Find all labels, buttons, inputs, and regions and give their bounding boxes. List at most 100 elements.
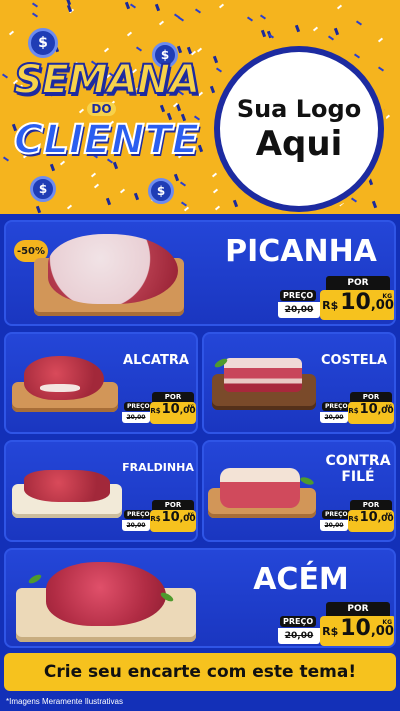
- confetti-piece: [180, 201, 188, 207]
- product-name: COSTELA: [320, 353, 388, 368]
- title-line-2: CLIENTE: [13, 117, 200, 163]
- alcatra-image: [10, 348, 122, 418]
- confetti-piece: [158, 20, 165, 26]
- preco-label: PREÇO: [280, 616, 317, 627]
- confetti-piece: [215, 67, 223, 73]
- confetti-piece: [211, 172, 218, 178]
- por-label: POR: [350, 500, 392, 510]
- current-price: R$ 10,00 KG: [320, 616, 394, 646]
- preco-label: PREÇO: [322, 510, 351, 519]
- confetti-piece: [214, 205, 221, 211]
- logo-text-line-2: Aqui: [255, 124, 343, 164]
- confetti-piece: [327, 35, 335, 41]
- product-name-line-1: CONTRA: [325, 453, 391, 469]
- confetti-piece: [194, 8, 202, 14]
- old-price: 20,00: [122, 520, 150, 531]
- confetti-piece: [312, 26, 319, 32]
- acem-image: [12, 554, 202, 646]
- title-connector: DO: [87, 102, 116, 116]
- disclaimer-footnote: *Imagens Meramente Ilustrativas: [6, 697, 123, 706]
- confetti-piece: [336, 4, 343, 10]
- por-label: POR: [326, 276, 390, 290]
- confetti-piece: [218, 3, 225, 9]
- product-name: FRALDINHA: [122, 461, 194, 474]
- confetti-piece: [135, 46, 143, 52]
- logo-placeholder[interactable]: Sua Logo Aqui: [214, 46, 384, 212]
- por-label: POR: [152, 500, 194, 510]
- confetti-piece: [154, 3, 161, 12]
- current-price: R$ 10,00 KG: [348, 402, 394, 424]
- confetti-piece: [209, 85, 216, 94]
- old-price: 20,00: [122, 412, 150, 423]
- confetti-piece: [103, 47, 110, 53]
- banner-text: Crie seu encarte com este tema!: [43, 662, 357, 682]
- current-price: R$ 10,00 KG: [150, 510, 196, 532]
- coin-icon: $: [28, 28, 58, 58]
- coin-icon: $: [148, 178, 174, 204]
- confetti-piece: [2, 156, 10, 162]
- confetti-piece: [294, 24, 301, 33]
- product-card-fraldinha[interactable]: FRALDINHA POR PREÇO 20,00 R$ 10,00 KG: [4, 440, 198, 542]
- confetti-piece: [196, 47, 203, 53]
- por-label: POR: [326, 602, 390, 616]
- confetti-piece: [212, 55, 219, 64]
- confetti-piece: [129, 3, 137, 9]
- picanha-image: [30, 230, 190, 324]
- confetti-piece: [377, 66, 385, 72]
- costela-image: [208, 348, 320, 418]
- preco-label: PREÇO: [124, 402, 153, 411]
- confetti-piece: [384, 114, 391, 120]
- product-card-costela[interactable]: COSTELA POR PREÇO 20,00 R$ 10,00 KG: [202, 332, 396, 434]
- product-card-contra-file[interactable]: CONTRA FILÉ POR PREÇO 20,00 R$ 10,00 KG: [202, 440, 396, 542]
- old-price: 20,00: [278, 628, 320, 644]
- confetti-piece: [31, 2, 39, 8]
- confetti-piece: [66, 204, 73, 210]
- confetti-piece: [371, 200, 378, 209]
- confetti-piece: [377, 37, 384, 43]
- old-price: 20,00: [320, 520, 348, 531]
- confetti-piece: [119, 188, 126, 194]
- product-name: ACÉM: [253, 562, 349, 597]
- product-card-picanha[interactable]: -50% PICANHA POR PREÇO 20,00 R$ 10,00 KG: [4, 220, 396, 326]
- current-price: R$ 10,00 KG: [320, 290, 394, 320]
- confetti-piece: [105, 197, 112, 206]
- confetti-piece: [350, 197, 358, 203]
- product-name: PICANHA: [225, 234, 377, 269]
- header-banner: $ $ $ $ SEMANA DO CLIENTE Sua Logo Aqui: [0, 0, 400, 214]
- confetti-piece: [35, 205, 42, 214]
- logo-text-line-1: Sua Logo: [236, 95, 362, 123]
- product-card-acem[interactable]: ACÉM POR PREÇO 20,00 R$ 10,00 KG: [4, 548, 396, 648]
- confetti-piece: [353, 53, 361, 59]
- preco-label: PREÇO: [280, 290, 317, 301]
- confetti-piece: [333, 27, 340, 36]
- product-card-alcatra[interactable]: ALCATRA POR PREÇO 20,00 R$ 10,00 KG: [4, 332, 198, 434]
- confetti-piece: [355, 20, 363, 26]
- confetti-piece: [183, 206, 190, 212]
- confetti-piece: [260, 29, 267, 38]
- confetti-piece: [31, 12, 39, 18]
- call-to-action-banner[interactable]: Crie seu encarte com este tema!: [4, 653, 396, 691]
- current-price: R$ 10,00 KG: [150, 402, 196, 424]
- confetti-piece: [1, 73, 9, 79]
- confetti-piece: [367, 177, 374, 186]
- confetti-piece: [338, 201, 345, 207]
- preco-label: PREÇO: [124, 510, 153, 519]
- confetti-piece: [232, 199, 239, 208]
- preco-label: PREÇO: [322, 402, 351, 411]
- confetti-piece: [8, 30, 15, 36]
- confetti-piece: [124, 1, 131, 10]
- confetti-piece: [133, 192, 140, 201]
- product-name: ALCATRA: [123, 353, 189, 368]
- product-name-line-2: FILÉ: [341, 469, 375, 485]
- confetti-piece: [173, 13, 181, 19]
- fraldinha-image: [10, 458, 124, 528]
- confetti-piece: [212, 188, 219, 194]
- confetti-piece: [246, 16, 254, 22]
- confetti-piece: [179, 181, 187, 187]
- confetti-piece: [259, 14, 267, 20]
- old-price: 20,00: [320, 412, 348, 423]
- por-label: POR: [350, 392, 392, 402]
- title-line-1: SEMANA: [13, 57, 201, 103]
- current-price: R$ 10,00 KG: [348, 510, 394, 532]
- confetti-piece: [126, 31, 133, 37]
